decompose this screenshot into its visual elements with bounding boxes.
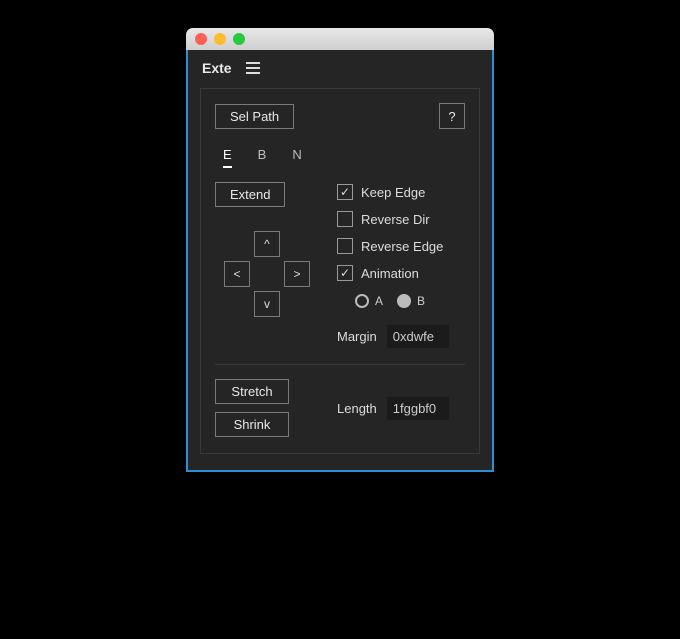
tab-e[interactable]: E — [223, 147, 232, 168]
panel-chrome: Exte Sel Path ? E B N Extend ^ < — [186, 50, 494, 472]
sel-path-button[interactable]: Sel Path — [215, 104, 294, 129]
keep-edge-checkbox[interactable]: Keep Edge — [337, 184, 465, 200]
radio-a-label: A — [375, 294, 383, 308]
window-minimize-button[interactable] — [214, 33, 226, 45]
tab-n[interactable]: N — [292, 147, 301, 168]
stretch-button[interactable]: Stretch — [215, 379, 289, 404]
window-titlebar — [186, 28, 494, 50]
animation-mode-radios: A B — [337, 294, 465, 308]
dpad-down-button[interactable]: v — [254, 291, 280, 317]
length-input[interactable] — [387, 397, 449, 420]
margin-input[interactable] — [387, 325, 449, 348]
dpad-right-button[interactable]: > — [284, 261, 310, 287]
margin-label: Margin — [337, 329, 377, 344]
panel-title: Exte — [202, 60, 232, 76]
dpad-up-button[interactable]: ^ — [254, 231, 280, 257]
panel-body: Sel Path ? E B N Extend ^ < > v — [200, 88, 480, 454]
reverse-dir-label: Reverse Dir — [361, 212, 430, 227]
length-label: Length — [337, 401, 377, 416]
tab-b[interactable]: B — [258, 147, 267, 168]
window-zoom-button[interactable] — [233, 33, 245, 45]
checkbox-icon — [337, 184, 353, 200]
reverse-dir-checkbox[interactable]: Reverse Dir — [337, 211, 465, 227]
app-window: Exte Sel Path ? E B N Extend ^ < — [186, 28, 494, 472]
help-button[interactable]: ? — [439, 103, 465, 129]
reverse-edge-checkbox[interactable]: Reverse Edge — [337, 238, 465, 254]
reverse-edge-label: Reverse Edge — [361, 239, 443, 254]
checkbox-icon — [337, 211, 353, 227]
checkbox-icon — [337, 238, 353, 254]
extend-button[interactable]: Extend — [215, 182, 285, 207]
dpad-left-button[interactable]: < — [224, 261, 250, 287]
animation-checkbox[interactable]: Animation — [337, 265, 465, 281]
shrink-button[interactable]: Shrink — [215, 412, 289, 437]
checkbox-icon — [337, 265, 353, 281]
radio-b[interactable] — [397, 294, 411, 308]
panel-header: Exte — [188, 50, 492, 82]
radio-b-label: B — [417, 294, 425, 308]
window-close-button[interactable] — [195, 33, 207, 45]
radio-a[interactable] — [355, 294, 369, 308]
tab-bar: E B N — [215, 147, 465, 168]
keep-edge-label: Keep Edge — [361, 185, 425, 200]
section-divider — [215, 364, 465, 365]
panel-menu-icon[interactable] — [246, 62, 260, 74]
direction-pad: ^ < > v — [224, 231, 310, 317]
animation-label: Animation — [361, 266, 419, 281]
